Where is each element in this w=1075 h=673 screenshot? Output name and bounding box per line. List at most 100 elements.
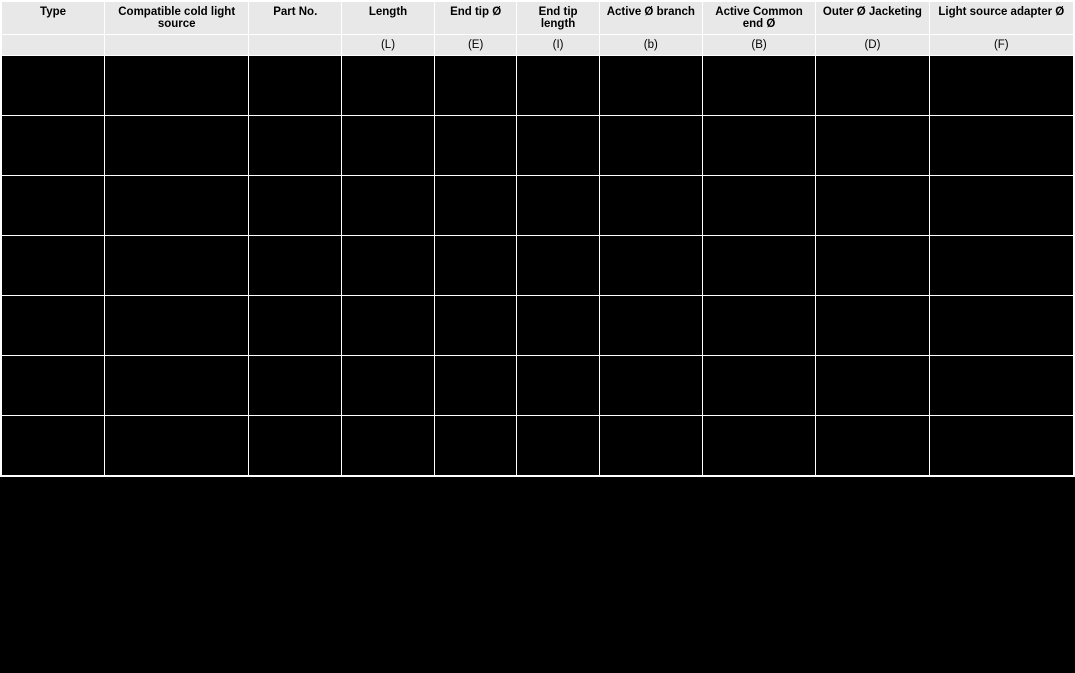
- table-cell: [249, 116, 342, 176]
- table-body: [2, 56, 1074, 476]
- header-row-units: (L) (E) (I) (b) (B) (D) (F): [2, 35, 1074, 56]
- table-cell: [2, 236, 105, 296]
- table-row: [2, 116, 1074, 176]
- table-cell: [105, 296, 249, 356]
- table-cell: [929, 296, 1073, 356]
- table-cell: [517, 116, 599, 176]
- table-cell: [434, 356, 516, 416]
- table-cell: [434, 296, 516, 356]
- col-header-type: Type: [2, 2, 105, 35]
- table-cell: [517, 236, 599, 296]
- table-cell: [249, 296, 342, 356]
- table-cell: [249, 356, 342, 416]
- table-cell: [599, 296, 702, 356]
- table-cell: [816, 236, 929, 296]
- table-cell: [105, 356, 249, 416]
- data-table: Type Compatible cold light source Part N…: [1, 1, 1074, 476]
- table-cell: [929, 116, 1073, 176]
- table-cell: [2, 56, 105, 116]
- table-cell: [342, 296, 435, 356]
- table-row: [2, 356, 1074, 416]
- table-cell: [105, 56, 249, 116]
- col-unit-lightsrc: (F): [929, 35, 1073, 56]
- table-cell: [105, 176, 249, 236]
- table-cell: [816, 296, 929, 356]
- table-cell: [929, 416, 1073, 476]
- table-cell: [434, 56, 516, 116]
- table-cell: [702, 236, 815, 296]
- table-row: [2, 416, 1074, 476]
- table-cell: [517, 356, 599, 416]
- table-cell: [702, 416, 815, 476]
- table-row: [2, 296, 1074, 356]
- col-header-endtip: End tip Ø: [434, 2, 516, 35]
- table-cell: [249, 176, 342, 236]
- col-unit-endtip: (E): [434, 35, 516, 56]
- col-header-endtiplen: End tip length: [517, 2, 599, 35]
- table-cell: [816, 56, 929, 116]
- col-unit-branch: (b): [599, 35, 702, 56]
- table-cell: [517, 56, 599, 116]
- table-cell: [816, 176, 929, 236]
- table-cell: [702, 296, 815, 356]
- table-cell: [249, 416, 342, 476]
- col-header-partno: Part No.: [249, 2, 342, 35]
- table-cell: [434, 176, 516, 236]
- table-cell: [342, 356, 435, 416]
- table-cell: [2, 176, 105, 236]
- col-header-branch: Active Ø branch: [599, 2, 702, 35]
- table-cell: [2, 356, 105, 416]
- table-cell: [342, 236, 435, 296]
- table-cell: [342, 56, 435, 116]
- table-cell: [599, 56, 702, 116]
- table-cell: [517, 416, 599, 476]
- col-unit-length: (L): [342, 35, 435, 56]
- table-cell: [105, 416, 249, 476]
- col-unit-outer: (D): [816, 35, 929, 56]
- table-cell: [517, 296, 599, 356]
- col-header-outer: Outer Ø Jacketing: [816, 2, 929, 35]
- table-cell: [434, 116, 516, 176]
- table-cell: [929, 176, 1073, 236]
- table-cell: [702, 356, 815, 416]
- col-unit-compat: [105, 35, 249, 56]
- table-row: [2, 56, 1074, 116]
- table-cell: [599, 176, 702, 236]
- table-cell: [599, 116, 702, 176]
- table-cell: [929, 236, 1073, 296]
- table-cell: [105, 236, 249, 296]
- table-cell: [702, 116, 815, 176]
- table-cell: [342, 116, 435, 176]
- table-cell: [2, 416, 105, 476]
- table-cell: [249, 56, 342, 116]
- col-unit-type: [2, 35, 105, 56]
- table-cell: [2, 116, 105, 176]
- table-cell: [816, 116, 929, 176]
- table-cell: [929, 356, 1073, 416]
- table-cell: [249, 236, 342, 296]
- header-row-labels: Type Compatible cold light source Part N…: [2, 2, 1074, 35]
- table-row: [2, 176, 1074, 236]
- main-table-container: Type Compatible cold light source Part N…: [0, 0, 1075, 477]
- table-cell: [816, 356, 929, 416]
- table-cell: [105, 116, 249, 176]
- table-cell: [2, 296, 105, 356]
- col-unit-common: (B): [702, 35, 815, 56]
- table-cell: [702, 56, 815, 116]
- col-unit-partno: [249, 35, 342, 56]
- table-cell: [929, 56, 1073, 116]
- col-header-lightsrc: Light source adapter Ø: [929, 2, 1073, 35]
- table-cell: [434, 236, 516, 296]
- table-cell: [599, 416, 702, 476]
- col-header-common: Active Common end Ø: [702, 2, 815, 35]
- table-cell: [342, 416, 435, 476]
- table-cell: [517, 176, 599, 236]
- col-unit-endtiplen: (I): [517, 35, 599, 56]
- table-row: [2, 236, 1074, 296]
- table-cell: [702, 176, 815, 236]
- table-cell: [599, 356, 702, 416]
- table-cell: [342, 176, 435, 236]
- table-cell: [434, 416, 516, 476]
- col-header-compat: Compatible cold light source: [105, 2, 249, 35]
- table-cell: [599, 236, 702, 296]
